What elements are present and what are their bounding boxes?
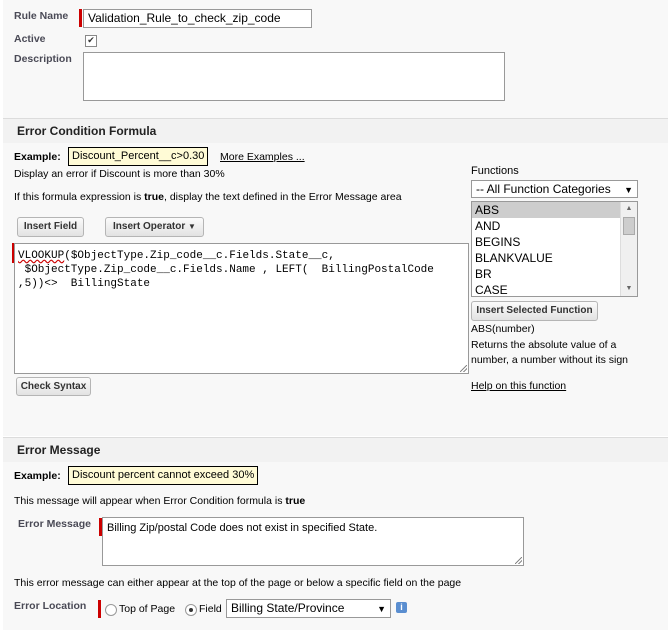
error-message-textarea[interactable]: Billing Zip/postal Code does not exist i… xyxy=(102,517,524,566)
error-example-label: Example: xyxy=(14,470,61,482)
scroll-down-icon[interactable]: ▼ xyxy=(621,282,637,296)
error-message-label: Error Message xyxy=(18,518,91,530)
rule-name-input[interactable]: Validation_Rule_to_check_zip_code xyxy=(83,9,312,28)
top-of-page-radio[interactable] xyxy=(105,604,117,616)
radio-dot-icon xyxy=(189,608,193,612)
required-marker xyxy=(79,9,82,27)
error-info-bold: true xyxy=(285,495,306,507)
formula-section-header: Error Condition Formula xyxy=(3,118,668,144)
resize-handle-icon[interactable] xyxy=(515,557,522,564)
help-on-function-link[interactable]: Help on this function xyxy=(471,380,566,392)
formula-example-box: Discount_Percent__c>0.30 xyxy=(68,147,209,166)
scroll-up-icon[interactable]: ▲ xyxy=(621,202,637,216)
formula-hint-1: Display an error if Discount is more tha… xyxy=(14,168,225,180)
functions-label: Functions xyxy=(471,165,519,177)
top-of-page-label: Top of Page xyxy=(119,603,176,615)
scroll-thumb[interactable] xyxy=(623,217,635,235)
function-category-select[interactable]: -- All Function Categories ▼ xyxy=(471,180,638,198)
hint2-prefix: If this formula expression is xyxy=(14,191,145,203)
function-list-item[interactable]: BR xyxy=(472,266,620,282)
hint2-bold: true xyxy=(144,191,164,203)
formula-example-label: Example: xyxy=(14,151,61,163)
function-description: Returns the absolute value of a number, … xyxy=(471,339,628,366)
formula-hint-2: If this formula expression is true, disp… xyxy=(14,191,402,203)
function-list-item[interactable]: AND xyxy=(472,218,620,234)
insert-operator-button[interactable]: Insert Operator ▼ xyxy=(105,217,204,237)
error-location-info: This error message can either appear at … xyxy=(14,577,462,589)
error-field-value: Billing State/Province xyxy=(231,601,345,615)
more-examples-link[interactable]: More Examples ... xyxy=(220,151,305,163)
error-field-select[interactable]: Billing State/Province ▼ xyxy=(226,599,391,618)
hint2-suffix: , display the text defined in the Error … xyxy=(163,191,402,203)
formula-error-token: VLOOKUP xyxy=(18,250,65,262)
error-info-prefix: This message will appear when Error Cond… xyxy=(14,495,286,507)
error-section-header: Error Message xyxy=(3,437,668,463)
formula-section-title: Error Condition Formula xyxy=(17,124,157,138)
insert-selected-label: Insert Selected Function xyxy=(476,305,593,316)
formula-line-3: ,5))<> BillingState xyxy=(18,278,151,290)
function-list-item[interactable]: CASE xyxy=(472,282,620,296)
resize-handle-icon[interactable] xyxy=(460,365,467,372)
error-info-text: This message will appear when Error Cond… xyxy=(14,495,305,507)
formula-line-2: $ObjectType.Zip_code__c.Fields.Name , LE… xyxy=(18,264,434,276)
function-category-value: -- All Function Categories xyxy=(476,182,611,196)
active-label: Active xyxy=(14,33,46,45)
field-label: Field xyxy=(199,603,222,615)
insert-selected-function-button[interactable]: Insert Selected Function xyxy=(471,301,598,321)
function-list[interactable]: ABS AND BEGINS BLANKVALUE BR CASE ▲ ▼ xyxy=(471,201,638,297)
insert-operator-label: Insert Operator xyxy=(113,221,186,232)
required-marker xyxy=(98,600,101,618)
chevron-down-icon: ▼ xyxy=(624,185,633,195)
chevron-down-icon: ▼ xyxy=(377,604,386,614)
function-list-items: ABS AND BEGINS BLANKVALUE BR CASE xyxy=(472,202,620,296)
info-icon-glyph: i xyxy=(400,602,403,612)
field-radio[interactable] xyxy=(185,604,197,616)
description-textarea[interactable] xyxy=(83,52,505,101)
function-signature: ABS(number) xyxy=(471,323,535,335)
function-list-scrollbar[interactable]: ▲ ▼ xyxy=(620,202,637,296)
info-icon[interactable]: i xyxy=(396,602,407,613)
insert-field-label: Insert Field xyxy=(23,221,78,232)
formula-line-1: ($ObjectType.Zip_code__c.Fields.State__c… xyxy=(64,250,335,262)
function-list-item[interactable]: ABS xyxy=(472,202,620,218)
function-list-item[interactable]: BLANKVALUE xyxy=(472,250,620,266)
formula-editor[interactable]: VLOOKUP($ObjectType.Zip_code__c.Fields.S… xyxy=(14,243,469,374)
error-example-box: Discount percent cannot exceed 30% xyxy=(68,466,259,485)
description-label: Description xyxy=(14,53,72,65)
insert-field-button[interactable]: Insert Field xyxy=(17,217,84,237)
rule-name-label: Rule Name xyxy=(14,10,69,22)
active-checkbox[interactable]: ✔ xyxy=(85,35,97,47)
check-syntax-label: Check Syntax xyxy=(20,381,87,392)
error-section-title: Error Message xyxy=(17,443,101,457)
check-syntax-button[interactable]: Check Syntax xyxy=(16,377,91,396)
error-location-label: Error Location xyxy=(14,600,87,612)
chevron-down-icon: ▼ xyxy=(188,222,196,231)
function-list-item[interactable]: BEGINS xyxy=(472,234,620,250)
